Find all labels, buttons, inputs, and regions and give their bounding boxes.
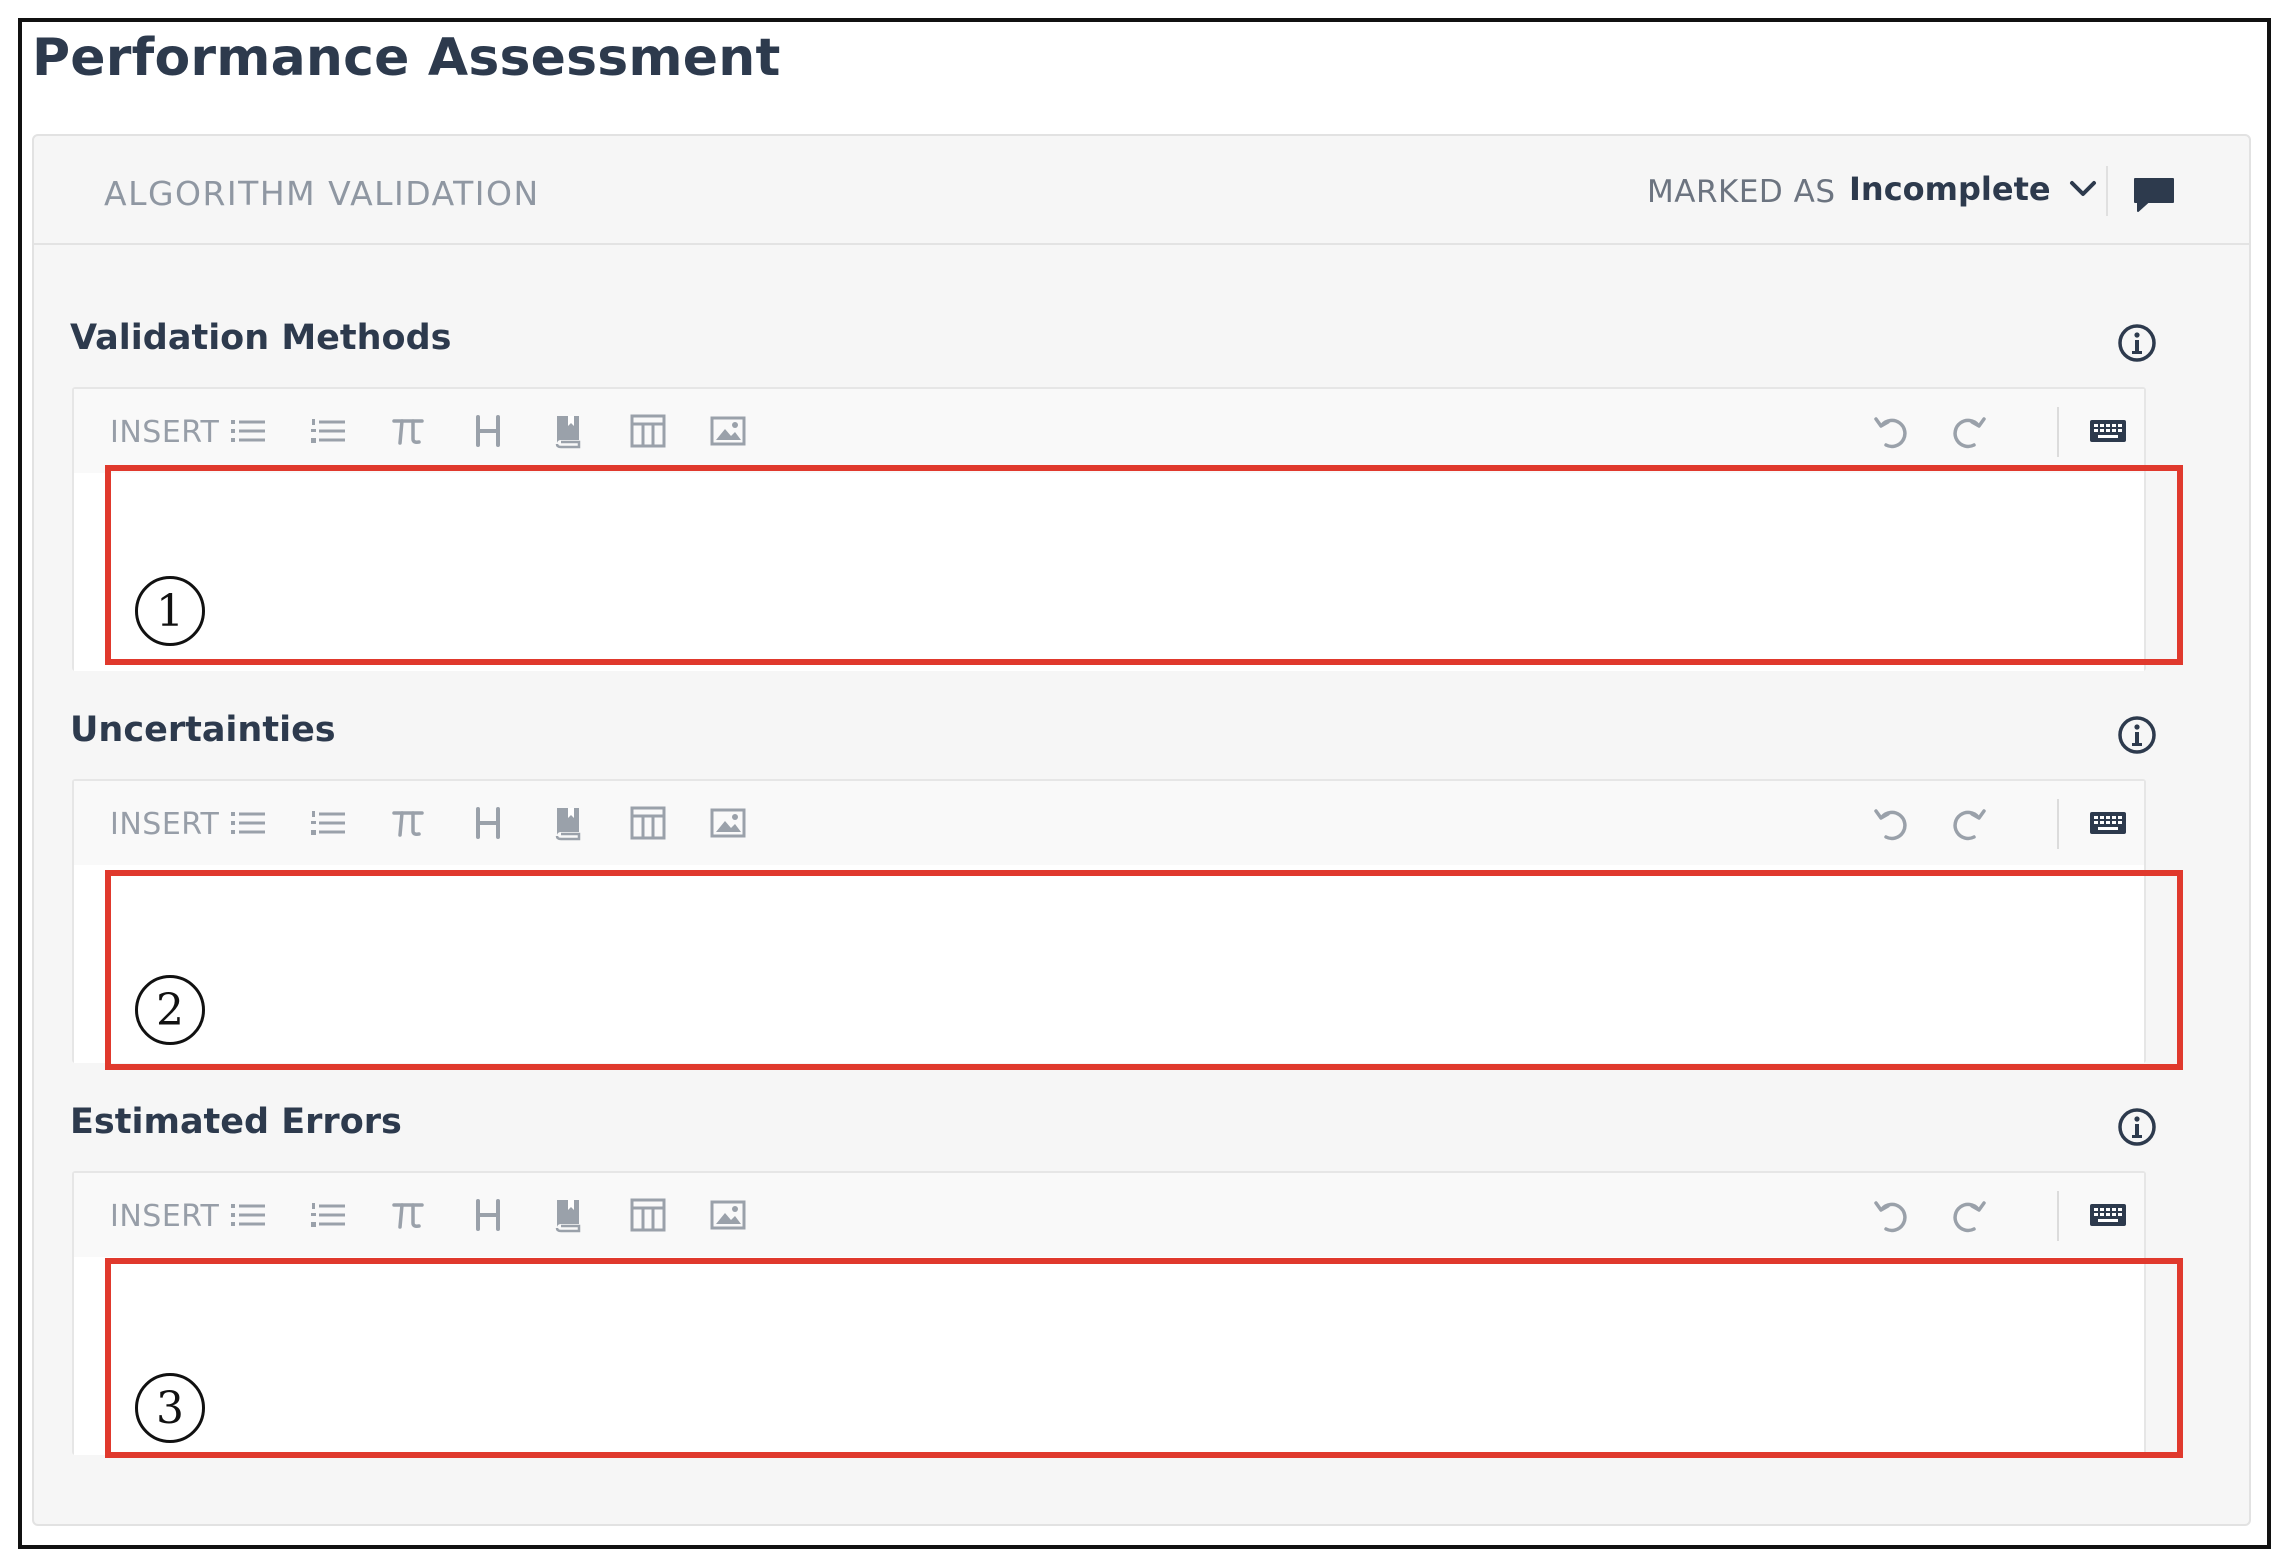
image-icon	[710, 416, 746, 446]
bulleted-list-button[interactable]	[226, 409, 270, 453]
editor-toolbar: INSERT	[74, 781, 2144, 865]
undo-icon	[1874, 1201, 1907, 1233]
editor-text-area[interactable]	[74, 865, 2144, 1063]
image-icon	[710, 1200, 746, 1230]
pi-icon	[392, 419, 424, 445]
keyboard-icon	[2090, 1204, 2126, 1226]
bulleted-list-icon	[231, 812, 265, 834]
heading-icon	[476, 415, 500, 447]
info-icon[interactable]	[2116, 322, 2158, 364]
table-icon	[630, 806, 666, 840]
callout-number: 1	[135, 576, 205, 646]
numbered-list-button[interactable]	[306, 1193, 350, 1237]
comment-icon[interactable]	[2132, 176, 2176, 214]
pi-icon	[392, 1203, 424, 1229]
book-icon	[555, 808, 581, 841]
table-button[interactable]	[626, 801, 670, 845]
undo-button[interactable]	[1868, 409, 1912, 453]
heading-button[interactable]	[466, 409, 510, 453]
toolbar-divider	[2057, 799, 2059, 849]
citation-button[interactable]	[546, 409, 590, 453]
keyboard-shortcuts-button[interactable]	[2086, 801, 2130, 845]
redo-icon	[1953, 809, 1986, 841]
citation-button[interactable]	[546, 801, 590, 845]
table-button[interactable]	[626, 409, 670, 453]
editor-text-area[interactable]	[74, 1257, 2144, 1455]
section-header: ALGORITHM VALIDATION MARKED AS Incomplet…	[34, 136, 2249, 245]
numbered-list-button[interactable]	[306, 801, 350, 845]
toolbar-divider	[2057, 1191, 2059, 1241]
numbered-list-icon	[311, 1203, 345, 1227]
numbered-list-icon	[311, 811, 345, 835]
keyboard-shortcuts-button[interactable]	[2086, 1193, 2130, 1237]
page-title: Performance Assessment	[32, 28, 781, 88]
math-button[interactable]	[386, 409, 430, 453]
insert-label: INSERT	[110, 1199, 220, 1234]
image-button[interactable]	[706, 801, 750, 845]
table-icon	[630, 414, 666, 448]
heading-button[interactable]	[466, 801, 510, 845]
image-button[interactable]	[706, 409, 750, 453]
field-label-3: Estimated Errors	[70, 1102, 402, 1142]
keyboard-icon	[2090, 420, 2126, 442]
redo-icon	[1953, 1201, 1986, 1233]
marked-as-label: MARKED AS	[1647, 174, 1836, 210]
undo-icon	[1874, 417, 1907, 449]
callout-number: 3	[135, 1373, 205, 1443]
redo-button[interactable]	[1948, 1193, 1992, 1237]
field-label-1: Validation Methods	[70, 318, 452, 358]
keyboard-icon	[2090, 812, 2126, 834]
numbered-list-button[interactable]	[306, 409, 350, 453]
math-button[interactable]	[386, 801, 430, 845]
bulleted-list-button[interactable]	[226, 801, 270, 845]
callout-number: 2	[135, 975, 205, 1045]
heading-button[interactable]	[466, 1193, 510, 1237]
book-icon	[555, 416, 581, 449]
info-icon[interactable]	[2116, 714, 2158, 756]
image-button[interactable]	[706, 1193, 750, 1237]
table-button[interactable]	[626, 1193, 670, 1237]
undo-icon	[1874, 809, 1907, 841]
bulleted-list-icon	[231, 1204, 265, 1226]
pi-icon	[392, 811, 424, 837]
status-dropdown[interactable]: Incomplete	[1849, 166, 2097, 212]
numbered-list-icon	[311, 419, 345, 443]
keyboard-shortcuts-button[interactable]	[2086, 409, 2130, 453]
table-icon	[630, 1198, 666, 1232]
math-button[interactable]	[386, 1193, 430, 1237]
section-title: ALGORITHM VALIDATION	[104, 174, 540, 213]
field-label-2: Uncertainties	[70, 710, 336, 750]
status-value: Incomplete	[1849, 170, 2051, 208]
redo-button[interactable]	[1948, 801, 1992, 845]
rich-text-editor-2: INSERT	[72, 779, 2146, 1063]
redo-icon	[1953, 417, 1986, 449]
editor-text-area[interactable]	[74, 473, 2144, 671]
undo-button[interactable]	[1868, 801, 1912, 845]
bulleted-list-button[interactable]	[226, 1193, 270, 1237]
chevron-down-icon	[2069, 181, 2096, 196]
redo-button[interactable]	[1948, 409, 1992, 453]
info-icon[interactable]	[2116, 1106, 2158, 1148]
rich-text-editor-3: INSERT	[72, 1171, 2146, 1455]
header-divider	[2106, 166, 2108, 216]
rich-text-editor-1: INSERT	[72, 387, 2146, 671]
insert-label: INSERT	[110, 415, 220, 450]
book-icon	[555, 1200, 581, 1233]
insert-label: INSERT	[110, 807, 220, 842]
image-icon	[710, 808, 746, 838]
heading-icon	[476, 1199, 500, 1231]
bulleted-list-icon	[231, 420, 265, 442]
heading-icon	[476, 807, 500, 839]
editor-toolbar: INSERT	[74, 389, 2144, 473]
editor-toolbar: INSERT	[74, 1173, 2144, 1257]
citation-button[interactable]	[546, 1193, 590, 1237]
undo-button[interactable]	[1868, 1193, 1912, 1237]
toolbar-divider	[2057, 407, 2059, 457]
